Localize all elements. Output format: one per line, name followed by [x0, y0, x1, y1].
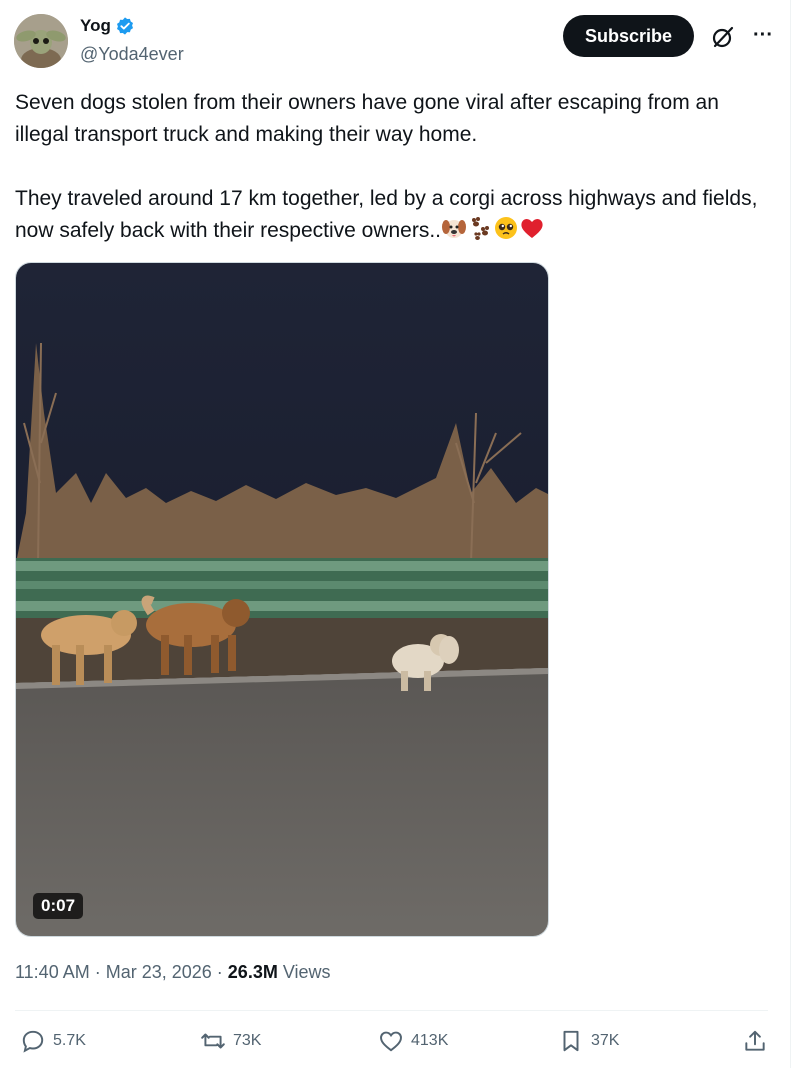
bookmark-button[interactable]: 37K [558, 1028, 619, 1054]
timeline-border [790, 0, 800, 1068]
like-button[interactable]: 413K [378, 1028, 448, 1054]
heart-icon [380, 1031, 402, 1052]
author-handle[interactable]: @Yoda4ever [80, 44, 184, 65]
bookmark-count: 37K [591, 1032, 620, 1049]
video-frame [16, 263, 548, 936]
tweet-text: Seven dogs stolen from their owners have… [15, 87, 775, 251]
tweet-meta: 11:40 AM · Mar 23, 2026 · 26.3M Views [15, 962, 331, 983]
author-name-row: Yog [80, 16, 135, 36]
dog-face-emoji [441, 215, 467, 251]
paw-prints-emoji [467, 215, 493, 251]
author-display-name[interactable]: Yog [80, 16, 111, 36]
tweet-time[interactable]: 11:40 AM [15, 962, 90, 983]
action-bar: 5.7K 73K 413K 37K [20, 1028, 768, 1060]
divider [15, 1010, 768, 1011]
avatar[interactable] [14, 14, 68, 68]
reply-count: 5.7K [53, 1032, 86, 1049]
tweet-header: Yog @Yoda4ever Subscribe ··· [14, 14, 776, 70]
like-count: 413K [411, 1032, 449, 1049]
repost-icon [201, 1033, 225, 1049]
meta-separator-2: · [216, 962, 223, 982]
views-label: Views [282, 962, 331, 982]
tweet-paragraph-1: Seven dogs stolen from their owners have… [15, 91, 725, 146]
reply-icon [22, 1030, 44, 1053]
tweet-paragraph-2: They traveled around 17 km together, led… [15, 187, 764, 242]
red-heart-emoji [519, 215, 545, 251]
repost-count: 73K [233, 1032, 262, 1049]
meta-separator: · [94, 962, 101, 982]
pleading-face-emoji [493, 215, 519, 251]
grok-icon[interactable] [710, 24, 736, 50]
tweet-date[interactable]: Mar 23, 2026 [106, 962, 212, 983]
share-icon [745, 1030, 765, 1051]
video-duration: 0:07 [33, 893, 84, 919]
repost-button[interactable]: 73K [200, 1028, 261, 1054]
share-button[interactable] [742, 1028, 768, 1054]
video-player[interactable]: 0:07 [15, 262, 549, 937]
reply-button[interactable]: 5.7K [20, 1028, 86, 1054]
more-icon[interactable]: ··· [750, 24, 776, 50]
verified-badge-icon [115, 16, 135, 36]
subscribe-button[interactable]: Subscribe [562, 15, 694, 57]
bookmark-icon [563, 1030, 579, 1052]
views-count: 26.3M [227, 962, 278, 982]
